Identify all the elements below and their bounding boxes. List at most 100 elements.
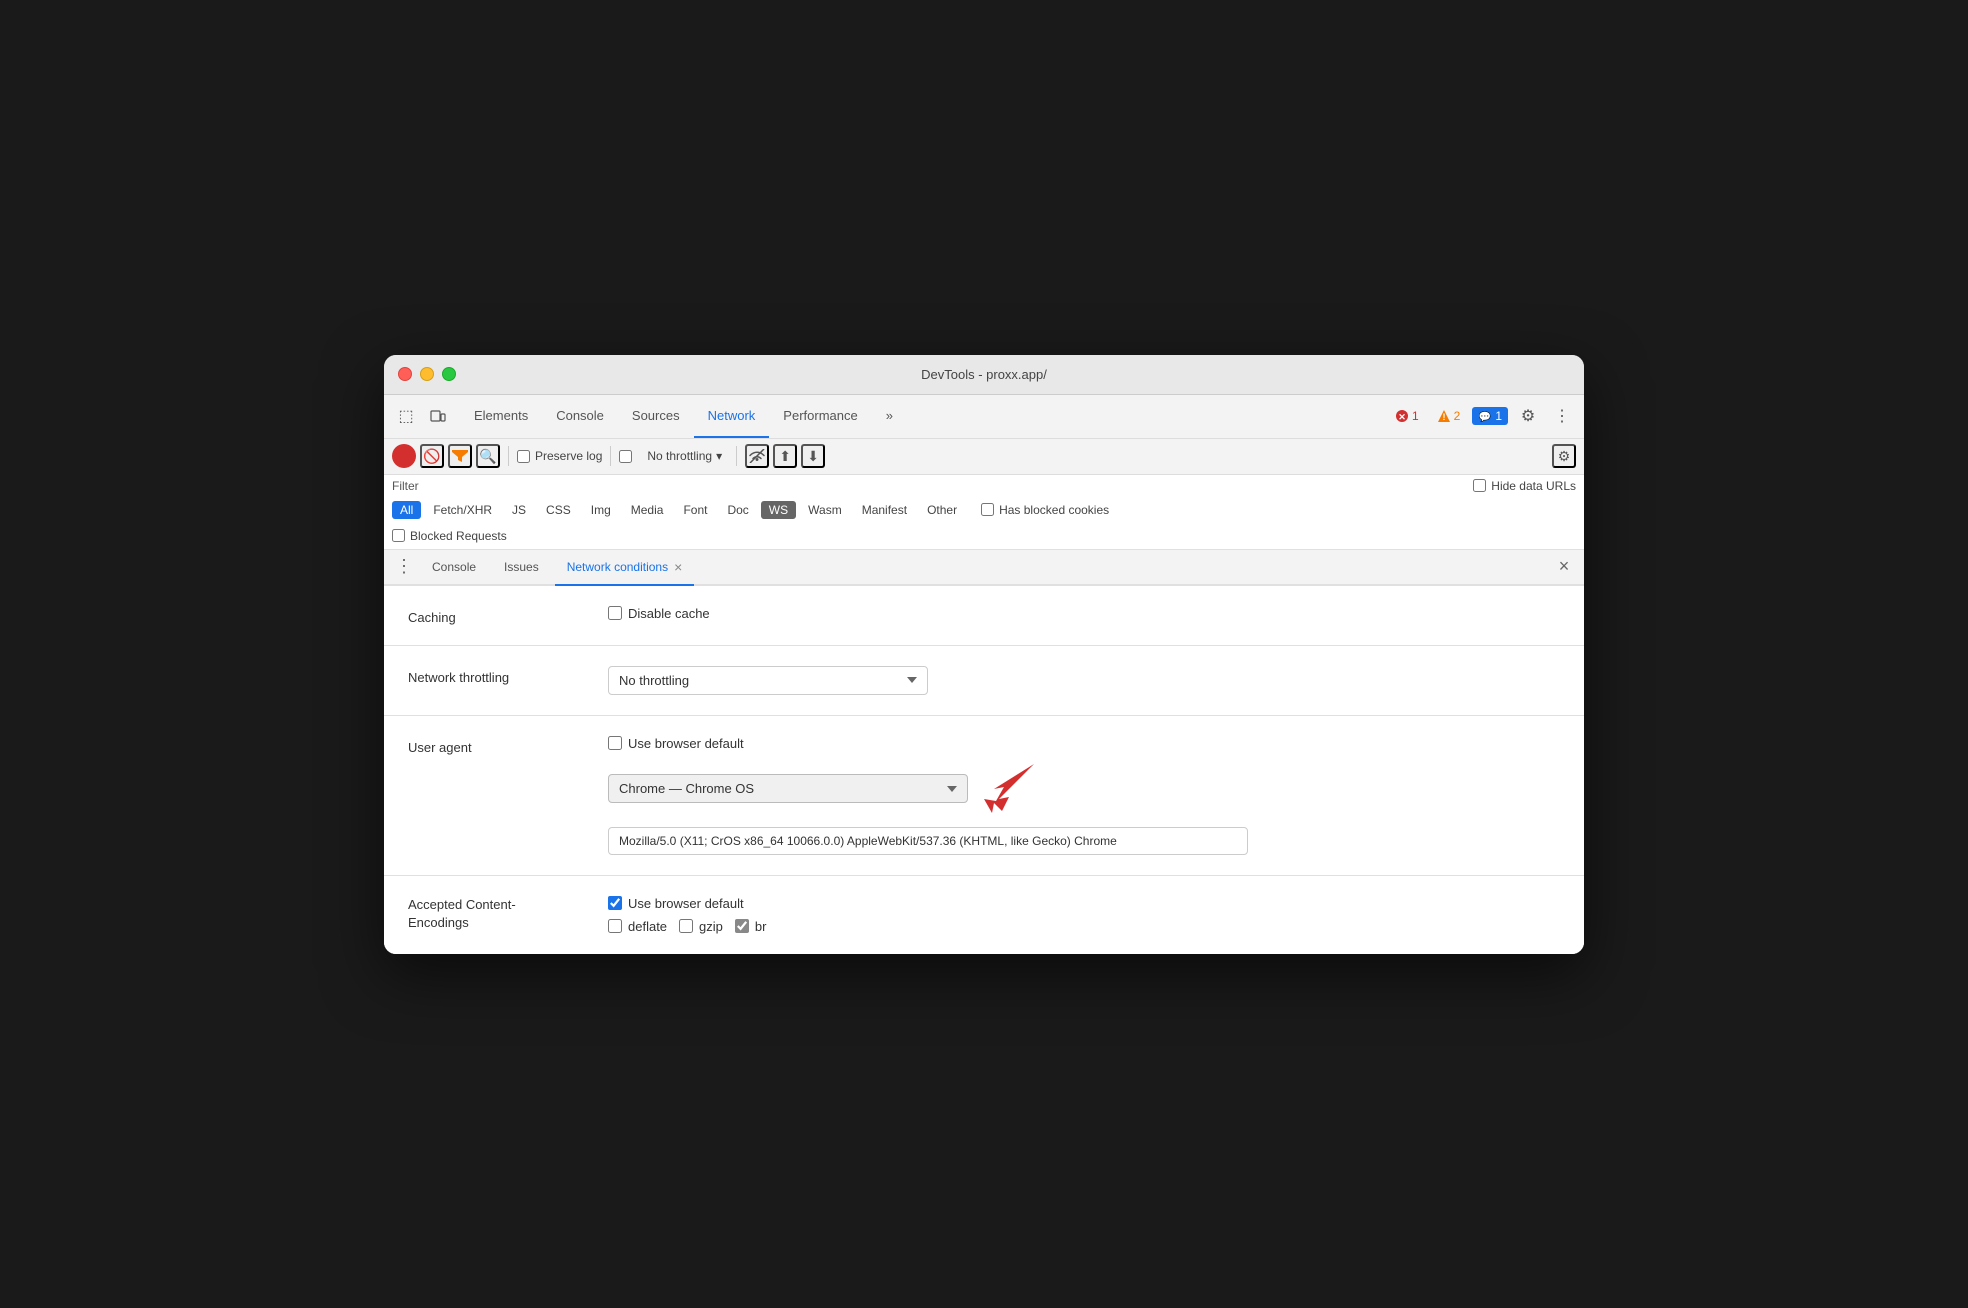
tab-sources[interactable]: Sources [618, 394, 694, 438]
use-browser-default-encoding-checkbox[interactable] [608, 896, 622, 910]
user-agent-section: User agent Use browser default Chrome — … [384, 716, 1584, 876]
cursor-icon[interactable]: ⬚ [392, 402, 420, 430]
user-agent-controls: Use browser default Chrome — Chrome OS C… [608, 736, 1248, 855]
close-button[interactable] [398, 367, 412, 381]
settings-icon[interactable]: ⚙ [1514, 402, 1542, 430]
preserve-log-label[interactable]: Preserve log [517, 449, 602, 463]
more-options-icon[interactable]: ⋮ [1548, 402, 1576, 430]
gzip-checkbox[interactable] [679, 919, 693, 933]
disable-cache-nc-checkbox[interactable] [608, 606, 622, 620]
record-button[interactable] [392, 444, 416, 468]
filter-fetch-xhr[interactable]: Fetch/XHR [425, 501, 500, 519]
throttling-dropdown[interactable]: No throttling Fast 3G Slow 3G Offline [608, 666, 928, 695]
clear-icon[interactable]: 🚫 [420, 444, 444, 468]
hide-data-urls-label[interactable]: Hide data URLs [1473, 479, 1576, 493]
encodings-controls: Use browser default deflate gzip [608, 896, 766, 934]
disable-cache-control[interactable]: Disable cache [608, 606, 710, 621]
use-browser-default-checkbox[interactable] [608, 736, 622, 750]
svg-text:✕: ✕ [1398, 412, 1406, 422]
warning-badge[interactable]: ! 2 [1431, 407, 1467, 425]
caching-label: Caching [408, 606, 568, 625]
tab-performance[interactable]: Performance [769, 394, 871, 438]
panel-tab-issues[interactable]: Issues [492, 550, 551, 586]
toolbar-icons: ⬚ [392, 402, 452, 430]
network-conditions-panel: Caching Disable cache Network throttling [384, 586, 1584, 954]
panel-tab-close-icon[interactable]: × [674, 559, 682, 575]
separator-2 [610, 446, 611, 466]
blocked-requests-label[interactable]: Blocked Requests [392, 529, 507, 543]
tab-console[interactable]: Console [542, 394, 618, 438]
filter-font[interactable]: Font [675, 501, 715, 519]
throttling-controls: No throttling Fast 3G Slow 3G Offline [608, 666, 928, 695]
panel-more-icon[interactable]: ⋮ [392, 555, 416, 579]
use-browser-default-label[interactable]: Use browser default [608, 736, 1248, 751]
throttle-selector[interactable]: No throttling ▾ [641, 447, 728, 465]
encodings-section: Accepted Content- Encodings Use browser … [384, 876, 1584, 954]
upload-icon[interactable]: ⬆ [773, 444, 797, 468]
preserve-log-checkbox[interactable] [517, 450, 530, 463]
encodings-label: Accepted Content- Encodings [408, 896, 568, 932]
network-conditions-icon[interactable] [745, 444, 769, 468]
main-tabs: Elements Console Sources Network Perform… [460, 395, 1389, 438]
download-icon[interactable]: ⬇ [801, 444, 825, 468]
title-bar: DevTools - proxx.app/ [384, 355, 1584, 395]
encodings-row-main: Accepted Content- Encodings Use browser … [408, 896, 1560, 934]
tab-network[interactable]: Network [694, 394, 770, 438]
deflate-checkbox[interactable] [608, 919, 622, 933]
user-agent-string-input[interactable] [608, 827, 1248, 855]
caching-section: Caching Disable cache [384, 586, 1584, 646]
gzip-label[interactable]: gzip [679, 919, 723, 934]
caching-row: Caching Disable cache [408, 606, 1560, 625]
user-agent-dropdown[interactable]: Chrome — Chrome OS Chrome — Windows Fire… [608, 774, 968, 803]
use-browser-default-encoding-label[interactable]: Use browser default [608, 896, 766, 911]
has-blocked-cookies-label[interactable]: Has blocked cookies [981, 503, 1109, 517]
devtools-window: DevTools - proxx.app/ ⬚ Elements Console [384, 355, 1584, 954]
caching-controls: Disable cache [608, 606, 710, 621]
throttling-row: Network throttling No throttling Fast 3G… [408, 666, 1560, 695]
search-icon[interactable]: 🔍 [476, 444, 500, 468]
panel-tab-network-conditions[interactable]: Network conditions × [555, 550, 695, 586]
svg-text:💬: 💬 [1479, 410, 1492, 423]
svg-text:!: ! [1442, 412, 1445, 422]
encoding-checkboxes: deflate gzip br [608, 919, 766, 934]
hide-data-urls-checkbox[interactable] [1473, 479, 1486, 492]
separator-3 [736, 446, 737, 466]
device-toggle-icon[interactable] [424, 402, 452, 430]
br-label[interactable]: br [735, 919, 767, 934]
error-badge[interactable]: ✕ 1 [1389, 407, 1425, 425]
filter-all[interactable]: All [392, 501, 421, 519]
br-checkbox[interactable] [735, 919, 749, 933]
panel-tab-console[interactable]: Console [420, 550, 488, 586]
network-toolbar: 🚫 🔍 Preserve log No throttling ▾ [384, 439, 1584, 475]
traffic-lights [398, 367, 456, 381]
filter-doc[interactable]: Doc [719, 501, 756, 519]
user-agent-label: User agent [408, 736, 568, 755]
deflate-label[interactable]: deflate [608, 919, 667, 934]
filter-icon[interactable] [448, 444, 472, 468]
disable-cache-label[interactable] [619, 450, 637, 463]
has-blocked-cookies-checkbox[interactable] [981, 503, 994, 516]
filter-bar: Filter Hide data URLs All Fetch/XHR JS C… [384, 475, 1584, 550]
filter-img[interactable]: Img [583, 501, 619, 519]
filter-wasm[interactable]: Wasm [800, 501, 850, 519]
filter-ws[interactable]: WS [761, 501, 796, 519]
blocked-requests-checkbox[interactable] [392, 529, 405, 542]
filter-other[interactable]: Other [919, 501, 965, 519]
user-agent-row-main: User agent Use browser default Chrome — … [408, 736, 1560, 855]
throttling-label: Network throttling [408, 666, 568, 685]
tab-elements[interactable]: Elements [460, 394, 542, 438]
filter-label: Filter [392, 479, 419, 493]
info-badge[interactable]: 💬 1 [1472, 407, 1508, 425]
filter-css[interactable]: CSS [538, 501, 579, 519]
filter-manifest[interactable]: Manifest [854, 501, 915, 519]
panel-close-button[interactable]: × [1552, 555, 1576, 579]
filter-js[interactable]: JS [504, 501, 534, 519]
disable-cache-checkbox[interactable] [619, 450, 632, 463]
maximize-button[interactable] [442, 367, 456, 381]
filter-media[interactable]: Media [623, 501, 672, 519]
tab-more[interactable]: » [872, 394, 907, 438]
settings-gear-icon[interactable]: ⚙ [1552, 444, 1576, 468]
minimize-button[interactable] [420, 367, 434, 381]
separator-1 [508, 446, 509, 466]
panel-tab-bar: ⋮ Console Issues Network conditions × × [384, 550, 1584, 586]
